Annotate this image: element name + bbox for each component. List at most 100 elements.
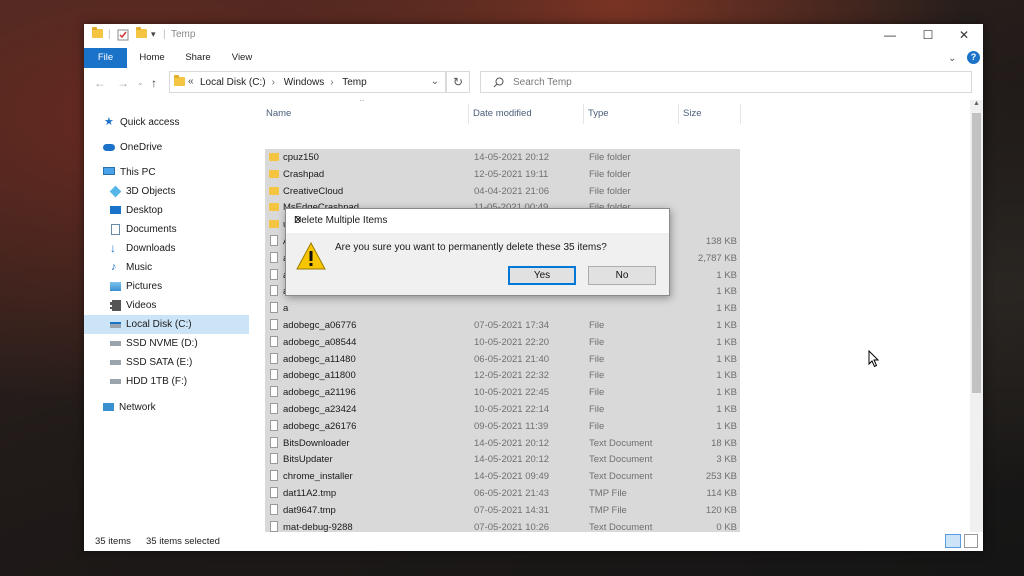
file-icon <box>270 319 278 330</box>
date-modified: 14-05-2021 20:12 <box>474 454 550 466</box>
document-icon <box>111 224 120 235</box>
breadcrumb-overflow-icon[interactable]: « <box>188 76 194 87</box>
recent-locations-icon[interactable]: ⌄ <box>137 78 144 87</box>
table-row[interactable]: BitsUpdater 14-05-2021 20:12 Text Document… <box>265 451 740 469</box>
table-row[interactable]: cpuz150 14-05-2021 20:12 File folder <box>265 149 740 166</box>
sidebar-item-pictures[interactable]: Pictures <box>84 277 249 296</box>
cloud-icon <box>103 144 115 151</box>
scroll-up-icon[interactable]: ▲ <box>973 100 980 107</box>
tab-file[interactable]: File <box>84 48 127 68</box>
file-icon <box>270 352 278 364</box>
properties-icon[interactable] <box>117 29 129 43</box>
file-type: Text Document <box>589 437 653 449</box>
table-row[interactable]: adobegc_a26176 09-05-2021 11:39 File 1 KB <box>265 417 740 435</box>
column-header-size[interactable]: Size <box>683 104 738 124</box>
table-row[interactable]: dat9647.tmp 07-05-2021 14:31 TMP File 120 K… <box>265 501 740 519</box>
forward-arrow-icon[interactable]: → <box>117 76 129 90</box>
folder-icon <box>269 169 279 178</box>
file-type: File folder <box>589 185 631 197</box>
column-header-type[interactable]: Type <box>588 104 673 124</box>
sidebar-item-this-pc[interactable]: This PC <box>84 163 249 182</box>
expand-ribbon-icon[interactable]: ⌄ <box>948 53 956 64</box>
file-name: chrome_installer <box>283 471 353 483</box>
sidebar-item-desktop[interactable]: Desktop <box>84 201 249 220</box>
customize-toolbar-icon[interactable]: ▾ <box>151 29 156 43</box>
sidebar-item-ssd-sata-e[interactable]: SSD SATA (E:) <box>84 353 249 372</box>
sidebar-item-onedrive[interactable]: OneDrive <box>84 138 249 157</box>
vertical-scrollbar[interactable]: ▲ <box>970 100 983 532</box>
tab-home[interactable]: Home <box>134 48 170 68</box>
back-arrow-icon[interactable]: ← <box>94 76 106 90</box>
sidebar-item-hdd-1tb-f[interactable]: HDD 1TB (F:) <box>84 372 249 391</box>
maximize-button[interactable]: ☐ <box>910 24 946 46</box>
file-type: File <box>589 370 605 382</box>
tab-share[interactable]: Share <box>180 48 216 68</box>
table-row[interactable]: adobegc_a08544 10-05-2021 22:20 File 1 KB <box>265 333 740 351</box>
chevron-down-icon[interactable]: ⌄ <box>431 76 439 87</box>
column-header-date-modified[interactable]: Date modified <box>473 104 578 124</box>
scrollbar-thumb[interactable] <box>972 113 981 393</box>
search-input[interactable]: Search Temp <box>480 71 972 93</box>
column-divider[interactable] <box>740 104 741 124</box>
tab-view[interactable]: View <box>226 48 258 68</box>
sidebar-item-documents[interactable]: Documents <box>84 220 249 239</box>
file-icon <box>270 235 278 246</box>
table-row[interactable]: BitsDownloader 14-05-2021 20:12 Text Docum… <box>265 434 740 452</box>
no-button[interactable]: No <box>588 266 656 285</box>
yes-button[interactable]: Yes <box>508 266 576 285</box>
close-button[interactable]: ✕ <box>946 24 982 46</box>
column-header-name[interactable]: Name <box>266 104 466 124</box>
table-row[interactable]: CreativeCloud 04-04-2021 21:06 File folder <box>265 182 740 200</box>
file-type: File folder <box>589 168 631 180</box>
breadcrumb-windows[interactable]: Windows <box>284 77 325 88</box>
sidebar-item-downloads[interactable]: ↓ Downloads <box>84 239 249 258</box>
table-row[interactable]: dat11A2.tmp 06-05-2021 21:43 TMP File 114 K… <box>265 485 740 502</box>
sidebar-item-label: Music <box>126 262 153 273</box>
minimize-button[interactable]: — <box>872 24 908 46</box>
column-divider[interactable] <box>583 104 584 124</box>
drive-icon <box>110 322 121 328</box>
table-row[interactable]: chrome_installer 14-05-2021 09:49 Text Doc… <box>265 468 740 485</box>
breadcrumb-local-disk[interactable]: Local Disk (C:) <box>200 77 266 88</box>
warning-icon <box>296 242 326 270</box>
sidebar-item-3d-objects[interactable]: 3D Objects <box>84 182 249 201</box>
table-row[interactable]: a 1 KB <box>265 300 740 317</box>
file-name: adobegc_a08544 <box>283 336 357 348</box>
new-folder-icon[interactable] <box>136 27 147 43</box>
sidebar-item-ssd-nvme-d[interactable]: SSD NVME (D:) <box>84 334 249 353</box>
dialog-message: Are you sure you want to permanently del… <box>335 242 607 253</box>
breadcrumb-temp[interactable]: Temp <box>342 77 366 88</box>
refresh-button[interactable]: ↻ <box>446 71 470 93</box>
sidebar-item-label: This PC <box>120 167 156 178</box>
computer-icon <box>103 167 115 175</box>
folder-icon <box>269 186 279 195</box>
file-name: adobegc_a11480 <box>283 353 356 365</box>
table-row[interactable]: mat-debug-9288 07-05-2021 10:26 Text Docum… <box>265 518 740 532</box>
table-row[interactable]: adobegc_a21196 10-05-2021 22:45 File 1 KB <box>265 384 740 401</box>
column-divider[interactable] <box>678 104 679 124</box>
large-icons-view-icon[interactable] <box>964 534 978 548</box>
sidebar-item-label: Downloads <box>126 243 176 254</box>
up-arrow-icon[interactable]: ↑ <box>151 76 157 90</box>
column-divider[interactable] <box>468 104 469 124</box>
sidebar-item-label: Videos <box>126 300 157 311</box>
table-row[interactable]: Crashpad 12-05-2021 19:11 File folder <box>265 165 740 183</box>
sidebar-item-network[interactable]: Network <box>84 398 249 417</box>
table-row[interactable]: adobegc_a11800 12-05-2021 22:32 File 1 KB <box>265 367 740 385</box>
sidebar-item-local-disk-c[interactable]: Local Disk (C:) <box>84 315 249 334</box>
sidebar-item-videos[interactable]: Videos <box>84 296 249 315</box>
sidebar-item-label: OneDrive <box>120 142 163 153</box>
chevron-right-icon: › <box>271 77 275 88</box>
help-icon[interactable]: ? <box>967 51 980 64</box>
sidebar-item-music[interactable]: ♪ Music <box>84 258 249 277</box>
table-row[interactable]: adobegc_a23424 10-05-2021 22:14 File 1 KB <box>265 401 740 418</box>
file-type: File <box>589 353 605 365</box>
details-view-icon[interactable] <box>945 534 961 548</box>
sidebar-item-quick-access[interactable]: ★ Quick access <box>84 113 249 132</box>
address-bar[interactable]: « Local Disk (C:) › Windows › Temp ⌄ <box>169 71 446 93</box>
sidebar-item-label: HDD 1TB (F:) <box>126 376 188 387</box>
table-row[interactable]: adobegc_a11480 06-05-2021 21:40 File 1 KB <box>265 350 740 368</box>
delete-confirmation-dialog: Delete Multiple Items ✕ Are you sure you… <box>285 208 670 296</box>
table-row[interactable]: adobegc_a06776 07-05-2021 17:34 File 1 KB <box>265 317 740 334</box>
dialog-close-icon[interactable]: ✕ <box>294 215 663 226</box>
